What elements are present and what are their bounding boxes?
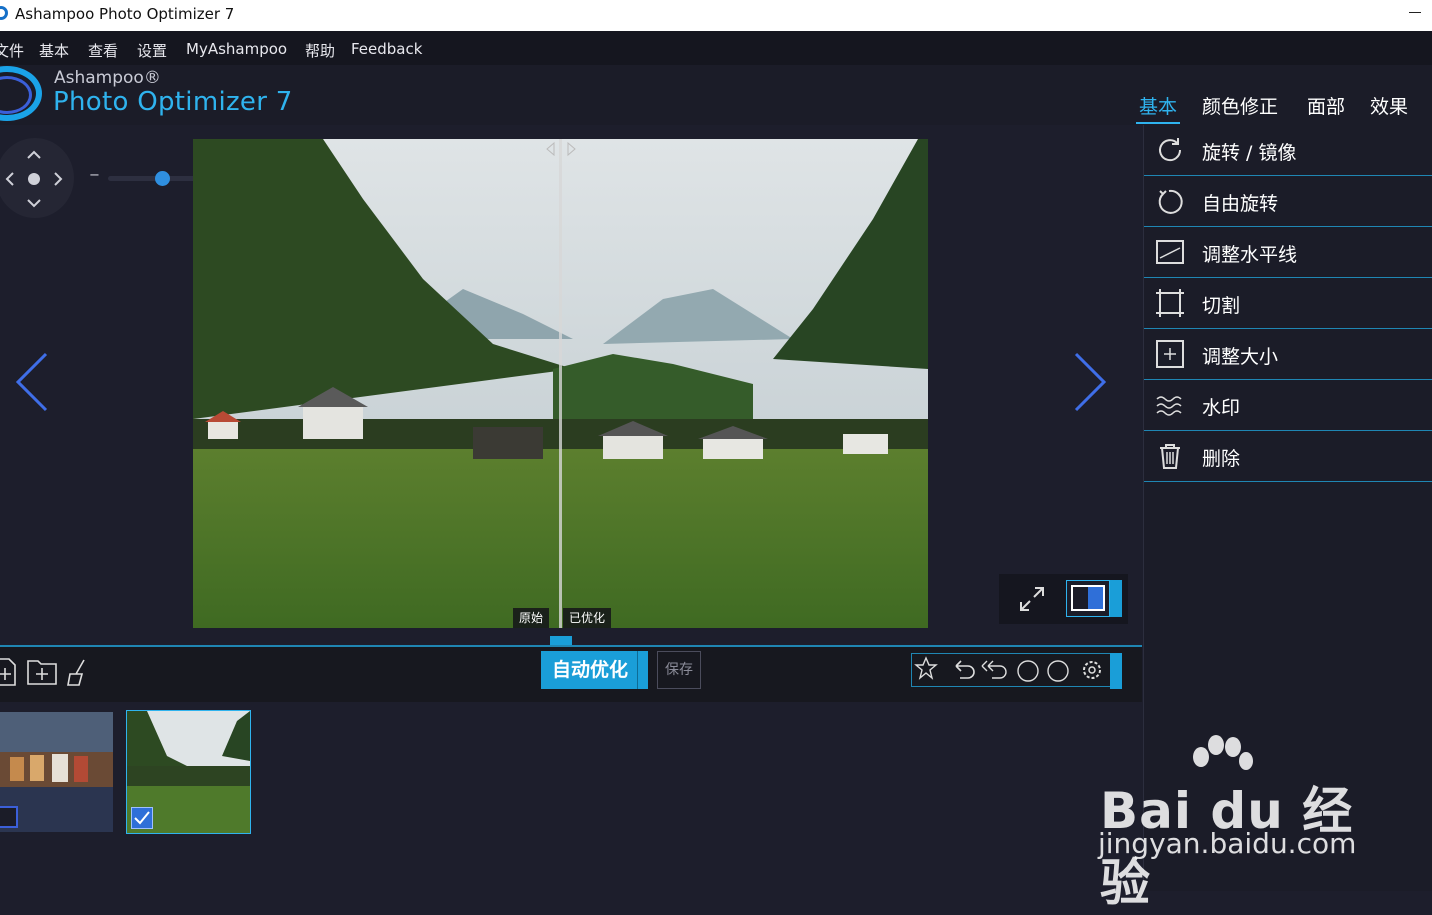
trash-icon [1160,444,1180,469]
tool-label: 水印 [1202,397,1241,419]
split-view-toggle[interactable] [1066,580,1110,617]
menu-basic[interactable]: 基本 [39,40,69,61]
fullscreen-icon[interactable] [1015,584,1049,614]
tool-free-rotate[interactable]: 自由旋转 [1144,176,1432,227]
split-view-icon [1071,585,1105,611]
pan-arrows-icon [5,150,63,208]
menu-help[interactable]: 帮助 [305,40,335,61]
clear-list-icon[interactable] [64,657,94,687]
brand-company: Ashampoo® [54,68,161,88]
tool-label: 切割 [1202,295,1241,317]
zoom-out-icon[interactable]: − [89,168,100,183]
tool-label: 自由旋转 [1202,193,1279,215]
minimize-icon[interactable] [1409,12,1421,13]
menu-file[interactable]: 文件 [0,40,24,61]
add-folder-icon[interactable] [26,657,58,687]
app-header: Ashampoo® Photo Optimizer 7 基本 颜色修正 面部 效… [0,65,1432,125]
optimized-label: 已优化 [563,608,612,628]
quick-tools [911,653,1111,687]
tool-label: 删除 [1202,448,1241,470]
tool-resize[interactable]: 调整大小 [1144,329,1432,380]
compare-split-handle[interactable] [559,139,562,628]
pan-navigator[interactable] [0,138,74,218]
brand-product: Photo Optimizer 7 [53,87,293,117]
rotate-mirror-icon [1159,138,1182,162]
app-icon [0,6,8,20]
view-controls [999,574,1128,624]
tool-delete[interactable]: 删除 [1144,431,1432,482]
tool-label: 旋转 / 镜像 [1202,142,1297,164]
tool-crop[interactable]: 切割 [1144,278,1432,329]
menu-settings[interactable]: 设置 [137,40,167,61]
thumbnail-valley-selected[interactable] [126,710,251,834]
tab-color-correction[interactable]: 颜色修正 [1202,92,1278,119]
split-drag-icon[interactable] [544,141,578,157]
view-dropdown-caret[interactable] [1110,580,1122,617]
thumbnail-checkbox[interactable] [0,806,18,828]
tab-basic[interactable]: 基本 [1139,92,1177,119]
auto-optimize-button[interactable]: 自动优化 [541,651,639,689]
active-tab-indicator [1136,122,1180,124]
add-file-icon[interactable] [0,657,18,687]
original-label: 原始 [513,608,550,628]
menu-myashampoo[interactable]: MyAshampoo [186,40,287,58]
free-rotate-icon [1158,189,1183,214]
baidu-watermark: Bai du 经验 jingyan.baidu.com [1098,735,1358,912]
tool-label: 调整水平线 [1202,244,1298,266]
resize-icon [1156,340,1184,368]
title-bar: Ashampoo Photo Optimizer 7 [0,0,1432,31]
auto-optimize-dropdown[interactable] [637,651,648,689]
thumbnail-harbor[interactable] [0,712,113,832]
tool-label: 调整大小 [1202,346,1279,368]
previous-image-icon[interactable] [12,350,52,414]
horizon-icon [1156,240,1184,264]
tool-rotate-mirror[interactable]: 旋转 / 镜像 [1144,125,1432,176]
quick-tools-dropdown[interactable] [1110,653,1122,689]
menu-bar: 文件 基本 查看 设置 MyAshampoo 帮助 Feedback [0,31,1432,65]
quick-tools-icons [914,656,1101,682]
save-button[interactable]: 保存 [657,651,701,689]
tab-face[interactable]: 面部 [1307,92,1345,119]
tool-horizon[interactable]: 调整水平线 [1144,227,1432,278]
checkmark-icon [134,811,150,825]
watermark-url: jingyan.baidu.com [1098,827,1357,860]
window-title: Ashampoo Photo Optimizer 7 [15,5,235,23]
menu-feedback[interactable]: Feedback [351,40,422,58]
tab-effects[interactable]: 效果 [1370,92,1408,119]
tool-watermark[interactable]: 水印 [1144,380,1432,431]
menu-view[interactable]: 查看 [88,40,118,61]
zoom-slider-thumb[interactable] [154,171,170,186]
crop-icon [1156,289,1184,317]
next-image-icon[interactable] [1070,350,1110,414]
watermark-icon [1156,396,1182,416]
thumbnail-checkbox-checked[interactable] [131,807,153,829]
